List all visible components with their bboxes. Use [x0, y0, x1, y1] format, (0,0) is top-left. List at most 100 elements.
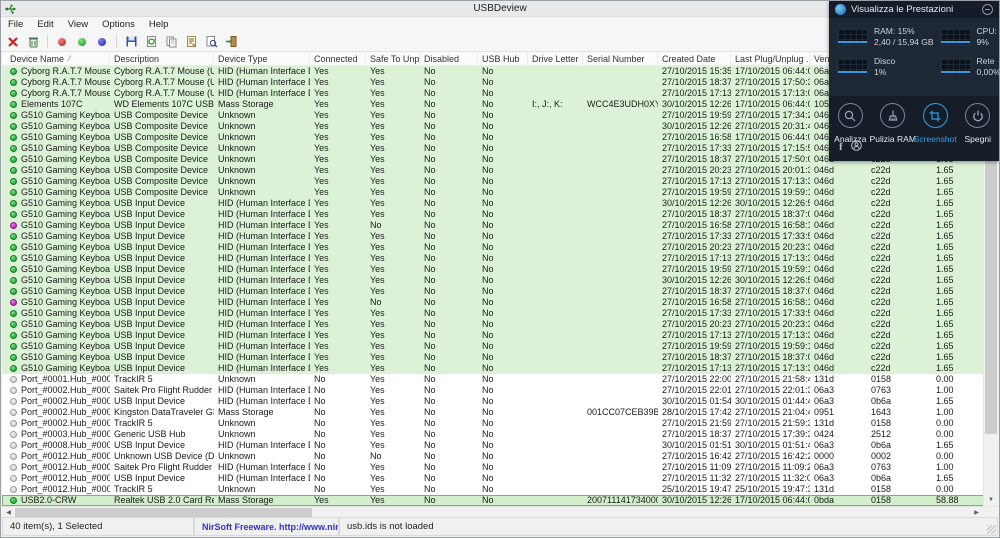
user-icon[interactable]: [850, 138, 862, 156]
cell-desc: USB Composite Device: [114, 121, 209, 131]
table-row[interactable]: G510 Gaming Keyboard USB Input Device HID …: [2, 264, 998, 275]
cell-dis: No: [424, 253, 436, 263]
cell-name: Port_#0012.Hub_#0003: [6, 484, 110, 495]
delete-icon[interactable]: [5, 34, 21, 50]
menu-item-options[interactable]: Options: [95, 19, 142, 30]
overlay-title-bar[interactable]: Visualizza le Prestazioni: [829, 1, 999, 18]
table-row[interactable]: Port_#0002.Hub_#0006 Saitek Pro Flight Ru…: [2, 385, 998, 396]
cell-dis: No: [424, 385, 436, 395]
exit-icon[interactable]: [223, 34, 239, 50]
table-row[interactable]: Port_#0008.Hub_#0003 USB Input Device HID …: [2, 440, 998, 451]
table-row[interactable]: G510 Gaming Keyboard USB Input Device HID …: [2, 308, 998, 319]
table-row[interactable]: G510 Gaming Keyboard USB Composite Device…: [2, 176, 998, 187]
table-row[interactable]: G510 Gaming Keyboard USB Input Device HID …: [2, 198, 998, 209]
cell-type: HID (Human Interface D...: [218, 264, 310, 274]
column-header-last[interactable]: Last Plug/Unplug ...: [731, 52, 810, 65]
shutdown-button[interactable]: Spegni: [957, 103, 1000, 161]
column-header-dis[interactable]: Disabled: [420, 52, 478, 65]
cell-hub: No: [482, 209, 494, 219]
table-row[interactable]: G510 Gaming Keyboard USB Input Device HID …: [2, 341, 998, 352]
cell-dis: No: [424, 143, 436, 153]
table-row[interactable]: Port_#0012.Hub_#0003 Saitek Pro Flight Ru…: [2, 462, 998, 473]
table-row[interactable]: G510 Gaming Keyboard USB Input Device HID …: [2, 286, 998, 297]
cell-last: 27/10/2015 17:13:33: [735, 253, 810, 263]
column-header-hub[interactable]: USB Hub: [478, 52, 528, 65]
table-row[interactable]: Port_#0002.Hub_#0006 USB Input Device HID …: [2, 396, 998, 407]
table-row[interactable]: G510 Gaming Keyboard USB Input Device HID …: [2, 319, 998, 330]
cell-created: 30/10/2015 12:26:56: [662, 495, 731, 505]
table-row[interactable]: G510 Gaming Keyboard USB Input Device HID …: [2, 363, 998, 374]
cell-dis: No: [424, 110, 436, 120]
cell-hub: No: [482, 418, 494, 428]
cell-dis: No: [424, 407, 436, 417]
column-header-name[interactable]: Device Name ∕: [6, 52, 110, 65]
device-status-icon: [10, 420, 17, 427]
cell-dis: No: [424, 154, 436, 164]
cell-vendor: 046d: [814, 165, 835, 175]
clean-ram-button[interactable]: Pulizia RAM: [870, 103, 916, 161]
properties-icon[interactable]: [183, 34, 199, 50]
cell-power: 0.00: [936, 429, 954, 439]
cell-hub: No: [482, 385, 494, 395]
find-icon[interactable]: [203, 34, 219, 50]
table-row[interactable]: G510 Gaming Keyboard USB Composite Device…: [2, 187, 998, 198]
copy-icon[interactable]: [163, 34, 179, 50]
table-row[interactable]: G510 Gaming Keyboard USB Input Device HID …: [2, 242, 998, 253]
cell-power: 1.00: [936, 385, 954, 395]
column-header-conn[interactable]: Connected: [310, 52, 366, 65]
minimize-icon[interactable]: [982, 4, 993, 15]
blue-ball-icon[interactable]: [94, 34, 110, 50]
refresh-icon[interactable]: [143, 34, 159, 50]
uninstall-icon[interactable]: [25, 34, 41, 50]
table-row[interactable]: Port_#0012.Hub_#0003 USB Input Device HID …: [2, 473, 998, 484]
table-row[interactable]: Port_#0001.Hub_#0006 TrackIR 5 Unknown No Ye…: [2, 374, 998, 385]
screenshot-button[interactable]: Screenshot: [914, 103, 957, 161]
cell-name: G510 Gaming Keyboard: [6, 110, 110, 121]
cell-hub: No: [482, 440, 494, 450]
table-row[interactable]: G510 Gaming Keyboard USB Input Device HID …: [2, 352, 998, 363]
menu-item-view[interactable]: View: [61, 19, 95, 30]
table-row[interactable]: Port_#0002.Hub_#0006 Kingston DataTravele…: [2, 407, 998, 418]
status-nirsoft-link[interactable]: NirSoft Freeware. http://www.nirsoft.net: [194, 517, 339, 536]
menu-item-file[interactable]: File: [1, 19, 30, 30]
cell-created: 27/10/2015 18:37:05: [662, 352, 731, 362]
column-header-desc[interactable]: Description: [110, 52, 214, 65]
table-row[interactable]: Port_#0012.Hub_#0003 Unknown USB Device (…: [2, 451, 998, 462]
table-row[interactable]: G510 Gaming Keyboard USB Input Device HID …: [2, 209, 998, 220]
red-ball-icon[interactable]: [54, 34, 70, 50]
table-row[interactable]: USB2.0-CRW Realtek USB 2.0 Card Reader Mas…: [2, 495, 998, 506]
menu-item-edit[interactable]: Edit: [30, 19, 60, 30]
green-ball-icon[interactable]: [74, 34, 90, 50]
cell-vendor: 131d: [814, 374, 835, 384]
table-row[interactable]: G510 Gaming Keyboard USB Input Device HID …: [2, 330, 998, 341]
table-row[interactable]: Port_#0012.Hub_#0003 TrackIR 5 Unknown No Ye…: [2, 484, 998, 495]
cell-safe: Yes: [370, 352, 385, 362]
table-row[interactable]: G510 Gaming Keyboard USB Composite Device…: [2, 165, 998, 176]
table-row[interactable]: G510 Gaming Keyboard USB Input Device HID …: [2, 297, 998, 308]
table-row[interactable]: G510 Gaming Keyboard USB Input Device HID …: [2, 231, 998, 242]
column-header-serial[interactable]: Serial Number: [583, 52, 658, 65]
table-row[interactable]: Port_#0002.Hub_#0006 TrackIR 5 Unknown No Ye…: [2, 418, 998, 429]
cell-power: 1.65: [936, 242, 954, 252]
table-row[interactable]: G510 Gaming Keyboard USB Input Device HID …: [2, 275, 998, 286]
save-icon[interactable]: [123, 34, 139, 50]
column-header-drive[interactable]: Drive Letter: [528, 52, 583, 65]
horizontal-scroll-thumb[interactable]: [15, 508, 312, 517]
column-header-created[interactable]: Created Date: [658, 52, 731, 65]
cell-power: 1.65: [936, 253, 954, 263]
table-row[interactable]: G510 Gaming Keyboard USB Input Device HID …: [2, 220, 998, 231]
scroll-down-icon[interactable]: ▼: [984, 493, 998, 506]
menu-item-help[interactable]: Help: [142, 19, 176, 30]
cell-conn: Yes: [314, 253, 329, 263]
table-row[interactable]: G510 Gaming Keyboard USB Input Device HID …: [2, 253, 998, 264]
cell-created: 27/10/2015 19:59:17: [662, 264, 731, 274]
cell-serial: 001CC07CEB39BC...: [587, 407, 658, 417]
column-header-type[interactable]: Device Type: [214, 52, 310, 65]
resize-grip[interactable]: [987, 525, 996, 534]
device-status-icon: [10, 486, 17, 493]
column-header-safe[interactable]: Safe To Unpl...: [366, 52, 420, 65]
overlay-social: f: [839, 138, 862, 156]
cell-conn: Yes: [314, 132, 329, 142]
facebook-icon[interactable]: f: [839, 141, 843, 153]
table-row[interactable]: Port_#0003.Hub_#0003 Generic USB Hub Unkno…: [2, 429, 998, 440]
